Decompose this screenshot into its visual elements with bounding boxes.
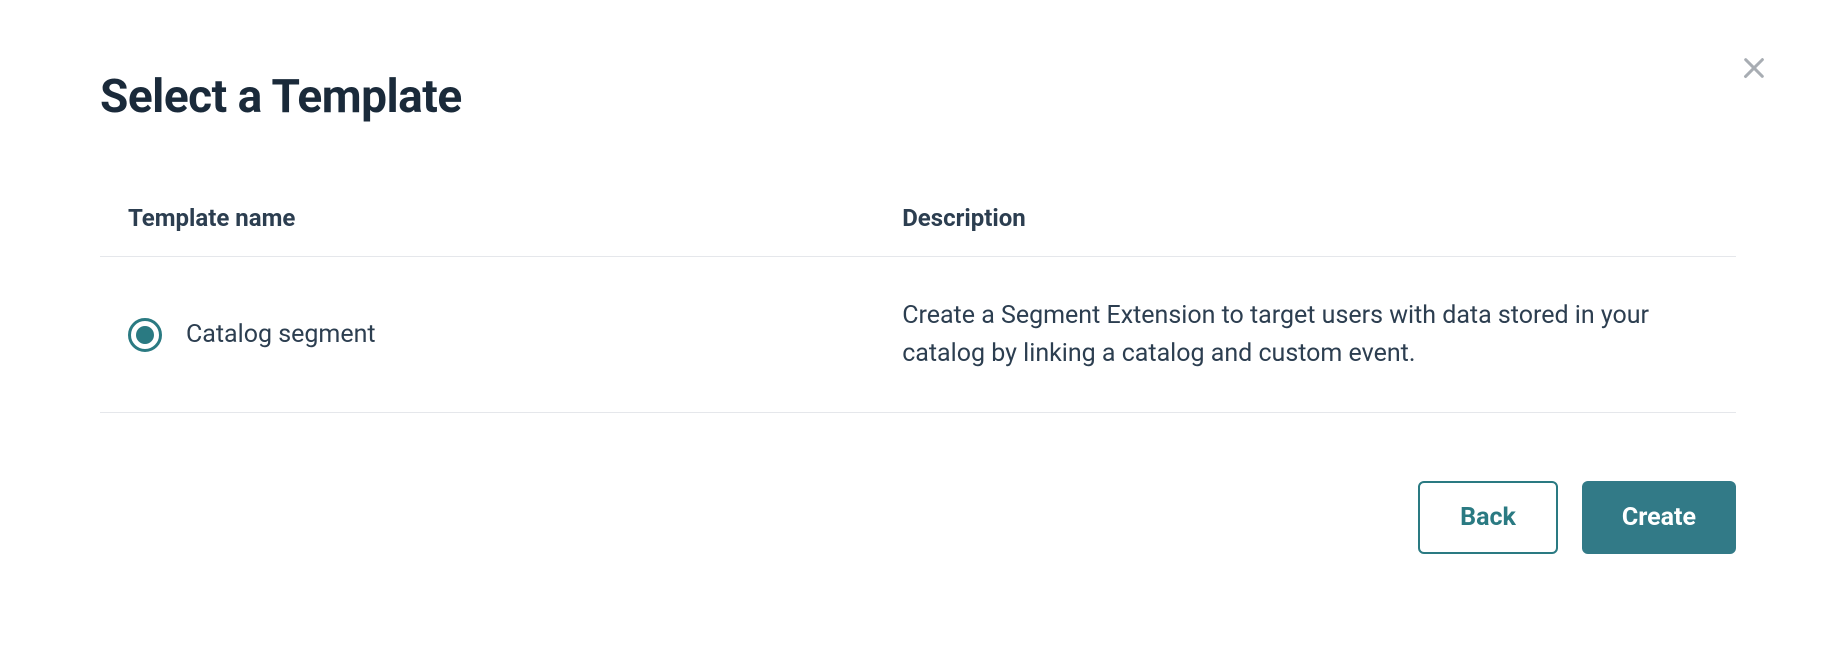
radio-button[interactable] [128, 318, 162, 352]
modal-title: Select a Template [100, 70, 1736, 124]
close-button[interactable] [1732, 48, 1776, 92]
table-header: Template name Description [100, 204, 1736, 257]
table-row[interactable]: Catalog segment Create a Segment Extensi… [100, 257, 1736, 413]
radio-selected-icon [136, 326, 154, 344]
column-header-name: Template name [128, 204, 902, 232]
modal-footer: Back Create [100, 481, 1736, 554]
close-icon [1736, 50, 1772, 90]
column-header-description: Description [902, 204, 1708, 232]
template-name-label: Catalog segment [186, 320, 376, 349]
template-option: Catalog segment [128, 318, 902, 352]
select-template-modal: Select a Template Template name Descript… [0, 0, 1836, 614]
back-button[interactable]: Back [1418, 481, 1558, 554]
create-button[interactable]: Create [1582, 481, 1736, 554]
template-description: Create a Segment Extension to target use… [902, 297, 1708, 372]
